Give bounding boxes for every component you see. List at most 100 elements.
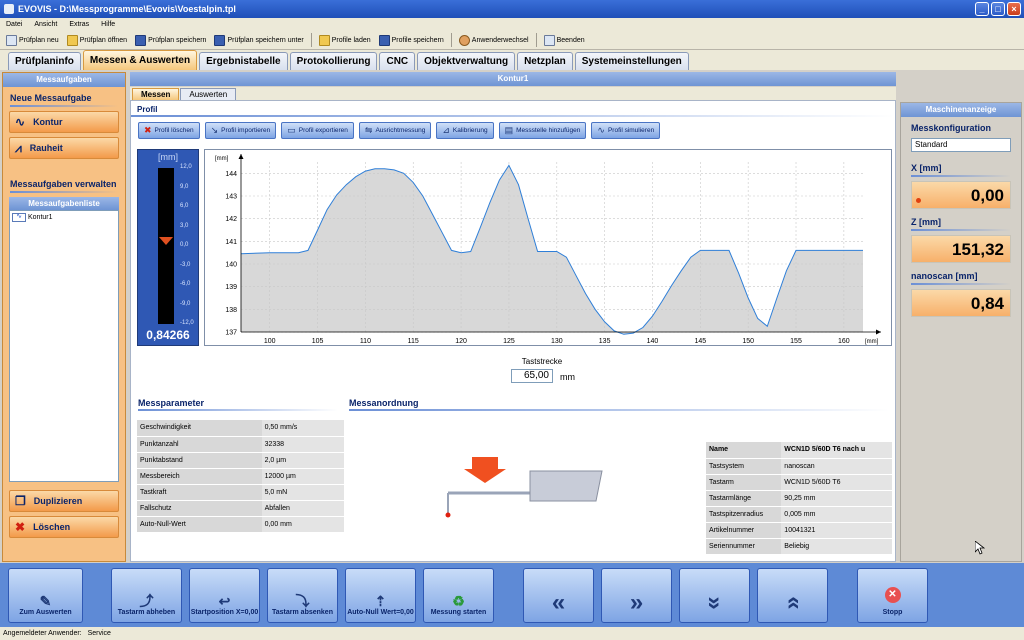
minimize-button[interactable]: _ xyxy=(975,2,989,16)
toolbar-save-profiles-button[interactable]: Profile speichern xyxy=(375,32,448,49)
profile-chart-svg: 100 105 110 115 120 125 130 135 140 145 150 155 160 1… xyxy=(215,154,881,345)
contour-icon: ∿ xyxy=(12,213,26,222)
stop-icon: ✕ xyxy=(884,587,901,603)
task-list[interactable]: ∿ Kontur1 xyxy=(9,210,119,482)
tab-objektverwaltung[interactable]: Objektverwaltung xyxy=(417,52,516,70)
z-label: Z [mm] xyxy=(911,217,941,227)
tab-pruefplaninfo[interactable]: Prüfplaninfo xyxy=(8,52,81,70)
x-value-display: 0,00 xyxy=(911,181,1011,209)
calibration-icon: ⊿ xyxy=(442,125,450,135)
delete-button[interactable]: ✖ Löschen xyxy=(9,516,119,538)
ausrichtmessung-button[interactable]: ⇋ Ausrichtmessung xyxy=(358,122,432,139)
table-cell-value: WCN1D 5/60D T6 nach u xyxy=(781,442,892,459)
tab-ergebnistabelle[interactable]: Ergebnistabelle xyxy=(199,52,288,70)
table-row: Tastspitzenradius 0,005 mm xyxy=(706,506,892,523)
start-recycle-icon: ♻ xyxy=(452,593,465,609)
x-tick-label: 135 xyxy=(599,338,611,345)
toolbar-open-button[interactable]: Prüfplan öffnen xyxy=(63,32,131,49)
messparameter-title: Messparameter xyxy=(138,398,205,408)
kontur-button[interactable]: ∿ Kontur xyxy=(9,111,119,133)
menu-ansicht[interactable]: Ansicht xyxy=(34,21,57,28)
main-tabs: Prüfplaninfo Messen & Auswerten Ergebnis… xyxy=(0,50,1024,70)
gauge-tick-label: -3,0 xyxy=(180,261,191,268)
x-tick-label: 145 xyxy=(694,338,706,345)
startposition-button[interactable]: ↩ Startposition X=0,00 xyxy=(189,568,260,623)
left-panel: Messaufgaben Neue Messaufgabe ∿ Kontur ⩘ R… xyxy=(2,72,126,562)
tab-protokollierung[interactable]: Protokollierung xyxy=(289,52,378,70)
menu-bar: Datei Ansicht Extras Hilfe xyxy=(0,18,1024,31)
table-row: Tastarmlänge 90,25 mm xyxy=(706,490,892,507)
gauge-marker-icon xyxy=(159,236,173,245)
table-cell-label: Punktabstand xyxy=(137,452,262,469)
kalibrierung-button[interactable]: ⊿ Kalibrierung xyxy=(436,122,494,139)
toolbar-load-profiles-button[interactable]: Profile laden xyxy=(315,32,375,49)
machine-display-panel: Maschinenanzeige Messkonfiguration Stand… xyxy=(900,102,1022,562)
save-icon xyxy=(378,34,390,46)
status-bar: Angemeldeter Anwender: Service xyxy=(0,627,1024,640)
profil-loeschen-button[interactable]: ✖ Profil löschen xyxy=(138,122,200,139)
machine-display-header: Maschinenanzeige xyxy=(901,103,1021,117)
profil-importieren-button[interactable]: ↘ Profil importieren xyxy=(204,122,277,139)
exit-icon xyxy=(543,34,555,46)
zum-auswerten-button[interactable]: ✎ Zum Auswerten xyxy=(8,568,83,623)
gauge-tick-label: 9,0 xyxy=(180,183,189,190)
divider xyxy=(131,115,895,117)
x-tick-label: 110 xyxy=(360,338,371,345)
profil-exportieren-button[interactable]: ▭ Profil exportieren xyxy=(281,122,354,139)
tab-messen-auswerten[interactable]: Messen & Auswerten xyxy=(82,50,198,70)
probe-body xyxy=(529,470,603,502)
duplicate-button[interactable]: ❐ Duplizieren xyxy=(9,490,119,512)
config-select[interactable]: Standard xyxy=(911,138,1011,152)
roughness-wave-icon: ⩘ xyxy=(15,140,22,155)
save-icon xyxy=(135,34,147,46)
toolbar-exit-button[interactable]: Beenden xyxy=(540,32,589,49)
toolbar-user-switch-button[interactable]: Anwenderwechsel xyxy=(455,32,533,49)
auto-null-button[interactable]: ⇡ Auto-Null Wert=0,00 xyxy=(345,568,416,623)
toolbar-save-button[interactable]: Prüfplan speichern xyxy=(131,32,210,49)
tastarm-absenken-button[interactable]: ⤵ Tastarm absenken xyxy=(267,568,338,623)
z-value-display: 151,32 xyxy=(911,235,1011,263)
subtab-auswerten[interactable]: Auswerten xyxy=(180,88,237,100)
y-tick-label: 144 xyxy=(225,171,237,178)
taststrecke-input[interactable]: 65,00 xyxy=(511,369,553,383)
add-point-icon: ▤ xyxy=(504,125,514,135)
list-item[interactable]: ∿ Kontur1 xyxy=(10,211,118,224)
double-chevron-up-icon: » xyxy=(778,596,806,610)
table-cell-label: Tastarm xyxy=(706,474,782,491)
menu-datei[interactable]: Datei xyxy=(6,21,22,28)
table-row: Artikelnummer 10041321 xyxy=(706,522,892,539)
x-label: X [mm] xyxy=(911,163,942,173)
divider xyxy=(911,229,1011,231)
table-cell-value: Abfallen xyxy=(261,500,344,517)
delete-x-icon: ✖ xyxy=(144,125,152,135)
fast-down-button[interactable]: » xyxy=(679,568,750,623)
close-button[interactable]: × xyxy=(1007,2,1021,16)
tab-systemeinstellungen[interactable]: Systemeinstellungen xyxy=(574,52,689,70)
fast-right-button[interactable]: » xyxy=(601,568,672,623)
tastarm-abheben-button[interactable]: ⤴ Tastarm abheben xyxy=(111,568,182,623)
toolbar-new-button[interactable]: Prüfplan neu xyxy=(2,32,63,49)
table-row: Punktabstand 2,0 µm xyxy=(137,452,344,469)
menu-hilfe[interactable]: Hilfe xyxy=(101,21,115,28)
tab-cnc[interactable]: CNC xyxy=(379,52,416,70)
table-cell-value: WCN1D 5/60D T6 xyxy=(781,474,892,491)
tab-netzplan[interactable]: Netzplan xyxy=(517,52,573,70)
fast-left-button[interactable]: « xyxy=(523,568,594,623)
gauge-tick-label: 3,0 xyxy=(180,222,189,229)
profil-simulieren-button[interactable]: ∿ Profil simulieren xyxy=(591,122,661,139)
toolbar-separator xyxy=(535,33,537,47)
folder-open-icon xyxy=(66,34,78,46)
rauheit-button[interactable]: ⩘ Rauheit xyxy=(9,137,119,159)
messung-starten-button[interactable]: ♻ Messung starten xyxy=(423,568,494,623)
table-cell-label: Auto-Null-Wert xyxy=(137,516,262,533)
fast-up-button[interactable]: » xyxy=(757,568,828,623)
x-tick-label: 105 xyxy=(312,338,324,345)
stopp-button[interactable]: ✕ Stopp xyxy=(857,568,928,623)
maximize-button[interactable]: □ xyxy=(991,2,1005,16)
subtab-messen[interactable]: Messen xyxy=(132,88,180,100)
x-tick-label: 100 xyxy=(264,338,276,345)
toolbar-save-as-button[interactable]: Prüfplan speichern unter xyxy=(210,32,307,49)
menu-extras[interactable]: Extras xyxy=(69,21,89,28)
messstelle-hinzufuegen-button[interactable]: ▤ Messstelle hinzufügen xyxy=(498,122,587,139)
down-arrow-icon xyxy=(464,457,506,483)
